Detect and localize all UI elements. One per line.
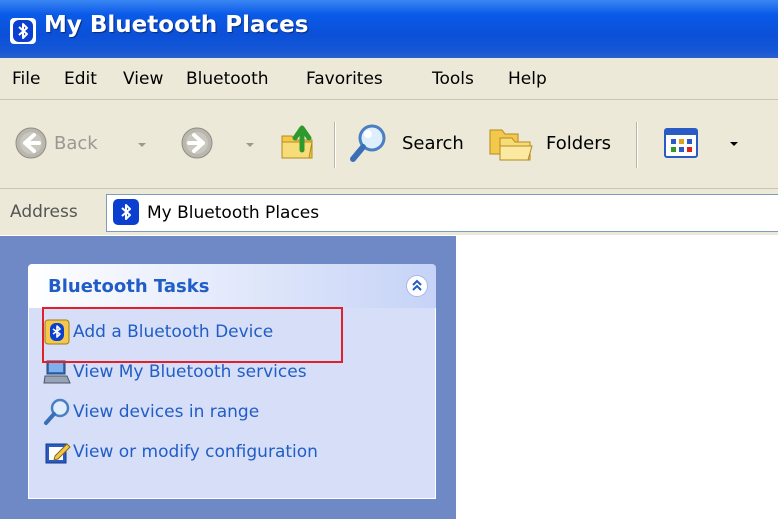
task-label: View or modify configuration: [73, 442, 318, 462]
forward-dropdown-icon[interactable]: [246, 143, 254, 147]
folders-button[interactable]: Folders: [488, 100, 622, 188]
task-label: View My Bluetooth services: [73, 362, 307, 382]
search-button[interactable]: Search: [344, 100, 478, 188]
menu-help[interactable]: Help: [508, 69, 547, 89]
title-bar[interactable]: My Bluetooth Places: [0, 0, 778, 58]
views-button[interactable]: [650, 100, 750, 188]
search-label: Search: [402, 133, 464, 154]
back-arrow-icon: [15, 127, 47, 159]
up-button[interactable]: [274, 100, 324, 188]
menu-edit[interactable]: Edit: [64, 69, 97, 89]
task-pane: Bluetooth Tasks Add a Bluetooth Device V…: [0, 236, 456, 519]
back-button[interactable]: Back: [8, 100, 158, 188]
menu-tools[interactable]: Tools: [432, 69, 474, 89]
address-label: Address: [10, 202, 78, 222]
menu-bluetooth[interactable]: Bluetooth: [186, 69, 269, 89]
highlight-annotation-box: [42, 307, 343, 363]
forward-button[interactable]: [178, 100, 260, 188]
toolbar-separator: [636, 122, 637, 168]
address-bar: Address My Bluetooth Places: [0, 189, 778, 235]
folders-label: Folders: [546, 133, 612, 154]
views-icon: [664, 128, 698, 158]
search-icon: [350, 124, 386, 162]
bluetooth-tasks-panel: Bluetooth Tasks Add a Bluetooth Device V…: [28, 264, 436, 499]
address-value: My Bluetooth Places: [147, 203, 320, 223]
forward-arrow-icon: [181, 127, 213, 159]
configuration-icon: [45, 443, 71, 464]
address-input[interactable]: My Bluetooth Places: [106, 194, 778, 232]
bluetooth-icon: [10, 18, 36, 44]
window-title: My Bluetooth Places: [44, 12, 309, 38]
toolbar-separator: [334, 122, 335, 168]
views-dropdown-icon[interactable]: [730, 142, 738, 146]
search-devices-icon: [44, 398, 70, 425]
panel-title: Bluetooth Tasks: [48, 276, 210, 297]
content-area[interactable]: [456, 236, 778, 519]
menu-favorites[interactable]: Favorites: [306, 69, 383, 89]
back-dropdown-icon[interactable]: [138, 143, 146, 147]
collapse-chevron-icon[interactable]: [406, 275, 428, 297]
folders-icon: [489, 129, 533, 161]
toolbar: Back Search Folders: [0, 100, 778, 189]
menu-view[interactable]: View: [123, 69, 163, 89]
task-label: View devices in range: [73, 402, 260, 422]
up-folder-icon: [281, 125, 313, 159]
panel-header[interactable]: Bluetooth Tasks: [28, 264, 436, 308]
menu-bar: File Edit View Bluetooth Favorites Tools…: [0, 58, 778, 100]
bluetooth-icon: [113, 199, 139, 225]
back-label: Back: [54, 133, 98, 154]
menu-file[interactable]: File: [12, 69, 40, 89]
